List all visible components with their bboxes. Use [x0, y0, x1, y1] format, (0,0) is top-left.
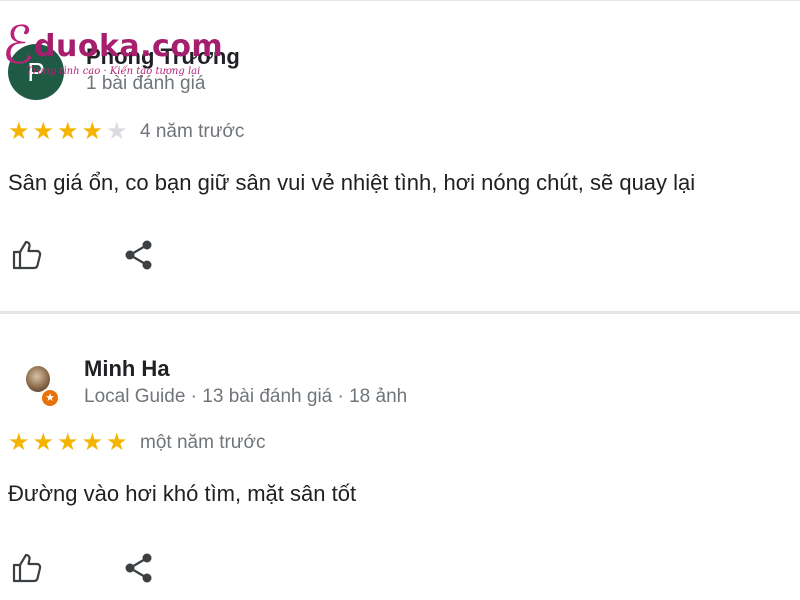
review-time: một năm trước	[140, 432, 266, 453]
review-card: P Phong Trương 1 bài đánh giá ★ ★ ★ ★ ★ 4 nă…	[0, 0, 800, 312]
thumbs-up-icon	[12, 553, 42, 583]
star-icon: ★	[106, 429, 128, 456]
like-button[interactable]	[10, 238, 44, 272]
star-icon: ★	[57, 429, 79, 456]
star-icon: ★	[32, 118, 55, 145]
thumbs-up-icon	[12, 240, 42, 270]
like-button[interactable]	[10, 551, 44, 585]
reviewer-meta: 1 bài đánh giá	[86, 73, 206, 94]
share-button[interactable]	[122, 551, 156, 585]
avatar[interactable]: ★	[20, 362, 62, 408]
review-time: 4 năm trước	[140, 121, 245, 142]
star-icon: ★	[81, 429, 104, 456]
star-icon: ★	[32, 429, 55, 456]
share-icon	[125, 240, 152, 270]
share-button[interactable]	[122, 238, 156, 272]
reviews-page: P Phong Trương 1 bài đánh giá ★ ★ ★ ★ ★ 4 nă…	[0, 0, 800, 600]
reviewer-meta: Local Guide · 13 bài đánh giá · 18 ảnh	[84, 386, 408, 407]
reviewer-name[interactable]: Minh Ha	[84, 356, 170, 382]
star-rating: ★ ★ ★ ★ ★	[8, 118, 131, 145]
star-icon: ★	[8, 429, 30, 456]
star-icon: ★	[81, 118, 104, 145]
star-empty-icon: ★	[106, 118, 128, 145]
review-text: Đường vào hơi khó tìm, mặt sân tốt	[8, 481, 357, 506]
reviewer-name[interactable]: Phong Trương	[86, 44, 240, 70]
star-icon: ★	[57, 118, 79, 145]
avatar[interactable]: P	[8, 44, 64, 100]
share-icon	[125, 553, 152, 583]
review-text: Sân giá ổn, co bạn giữ sân vui vẻ nhiệt …	[8, 170, 696, 195]
star-rating: ★ ★ ★ ★ ★	[8, 429, 131, 456]
star-icon: ★	[8, 118, 30, 145]
local-guide-star-icon: ★	[40, 388, 60, 408]
